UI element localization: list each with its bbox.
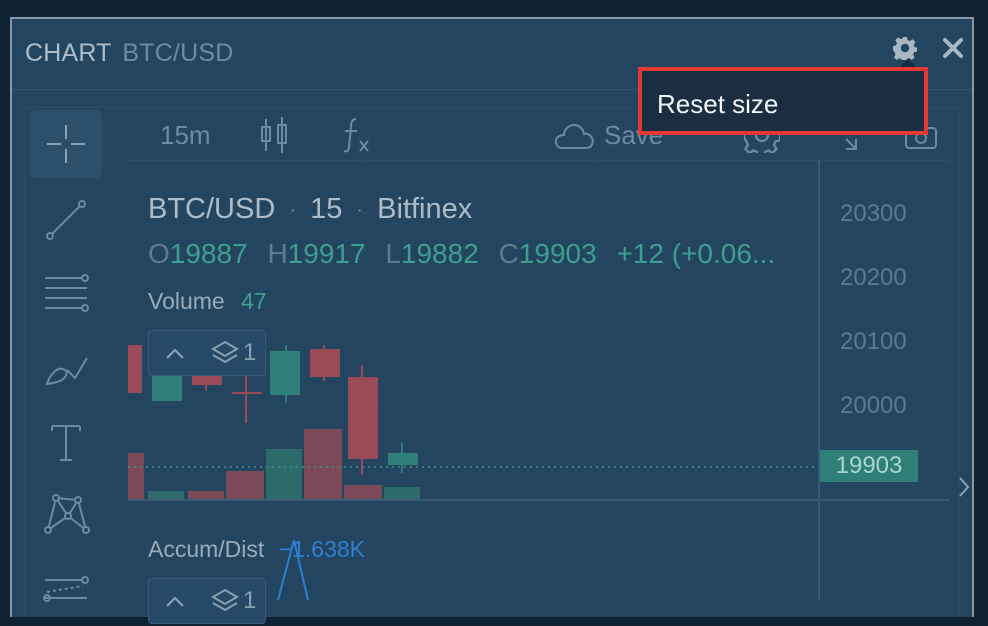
crosshair-icon bbox=[47, 125, 85, 163]
pattern-tool[interactable] bbox=[30, 480, 102, 548]
chevron-up-icon bbox=[166, 348, 184, 359]
volume-name: Volume bbox=[148, 288, 225, 314]
volume-bar bbox=[128, 453, 144, 499]
text-tool[interactable] bbox=[30, 408, 102, 476]
open-key: O bbox=[148, 238, 170, 269]
close-key: C bbox=[498, 238, 519, 269]
open-value: 19887 bbox=[169, 238, 248, 269]
candle bbox=[128, 345, 142, 393]
close-icon[interactable] bbox=[938, 33, 968, 63]
settings-dropdown: Reset size bbox=[638, 67, 928, 135]
interval-selector[interactable]: 15m bbox=[160, 110, 211, 160]
layers-icon bbox=[211, 588, 239, 612]
candle bbox=[388, 453, 418, 465]
change-value: +12 (+0.06... bbox=[616, 238, 776, 269]
reset-size-menu-item[interactable]: Reset size bbox=[657, 89, 778, 120]
volume-bar bbox=[304, 429, 342, 499]
accum-value: −1.638K bbox=[278, 536, 366, 562]
volume-legend: Volume 47 bbox=[148, 288, 267, 315]
chevron-right-icon bbox=[959, 477, 970, 497]
legend-symbol: BTC/USD bbox=[148, 193, 276, 225]
panel-title-main: CHART bbox=[25, 39, 112, 67]
volume-bar bbox=[384, 487, 420, 499]
layers-count: 1 bbox=[243, 587, 257, 614]
pattern-icon bbox=[44, 494, 90, 534]
panel-title: CHART BTC/USD bbox=[25, 39, 234, 68]
panel-title-symbol: BTC/USD bbox=[122, 39, 234, 67]
legend-separator: · bbox=[289, 198, 297, 221]
candle bbox=[270, 351, 300, 395]
price-tick: 20200 bbox=[840, 264, 907, 291]
indicators-button[interactable] bbox=[342, 110, 372, 160]
candle bbox=[310, 349, 340, 377]
brush-tool[interactable] bbox=[30, 336, 102, 404]
layers-icon bbox=[211, 340, 239, 364]
accum-dist-legend: Accum/Dist −1.638K bbox=[148, 536, 365, 563]
accum-name: Accum/Dist bbox=[148, 536, 265, 562]
trend-line-icon bbox=[46, 200, 86, 240]
dropdown-caret bbox=[900, 58, 916, 67]
chart-type-button[interactable] bbox=[258, 110, 292, 160]
legend-interval: 15 bbox=[310, 193, 343, 225]
brush-icon bbox=[45, 357, 88, 386]
scroll-right-button[interactable] bbox=[952, 474, 976, 500]
volume-study-controls: 1 bbox=[148, 330, 266, 376]
price-tick: 20100 bbox=[840, 328, 907, 355]
candle bbox=[348, 377, 378, 459]
volume-value: 47 bbox=[241, 288, 267, 314]
price-axis[interactable]: 20300 20200 20100 20000 19903 bbox=[818, 160, 952, 600]
high-key: H bbox=[267, 238, 288, 269]
collapse-button[interactable] bbox=[165, 594, 185, 608]
candle bbox=[152, 375, 182, 401]
accum-study-controls: 1 bbox=[148, 578, 266, 624]
fib-lines-tool[interactable] bbox=[30, 258, 102, 326]
legend-exchange: Bitfinex bbox=[377, 193, 473, 225]
current-price-badge: 19903 bbox=[820, 450, 918, 482]
price-tick: 20300 bbox=[840, 200, 907, 227]
low-value: 19882 bbox=[400, 238, 479, 269]
chart-legend-title: BTC/USD · 15 · Bitfinex bbox=[148, 193, 472, 226]
cloud-icon bbox=[554, 124, 594, 149]
low-key: L bbox=[385, 238, 401, 269]
layers-button[interactable]: 1 bbox=[211, 587, 256, 615]
high-value: 19917 bbox=[287, 238, 366, 269]
price-tick: 20000 bbox=[840, 392, 907, 419]
trend-line-tool[interactable] bbox=[30, 186, 102, 254]
measure-tool[interactable] bbox=[30, 558, 102, 626]
fib-lines-icon bbox=[45, 274, 89, 312]
candlestick-icon bbox=[261, 117, 287, 153]
collapse-button[interactable] bbox=[165, 346, 185, 360]
legend-separator: · bbox=[356, 198, 364, 221]
crosshair-tool[interactable] bbox=[30, 110, 102, 178]
volume-bar bbox=[266, 449, 302, 499]
ohlc-values: O19887 H19917 L19882 C19903 +12 (+0.06..… bbox=[148, 238, 775, 270]
volume-bar bbox=[344, 485, 382, 499]
layers-button[interactable]: 1 bbox=[211, 339, 256, 367]
chevron-up-icon bbox=[166, 596, 184, 607]
layers-count: 1 bbox=[243, 339, 257, 366]
text-icon bbox=[51, 425, 81, 461]
measure-icon bbox=[43, 576, 89, 602]
volume-bar bbox=[148, 491, 184, 499]
function-icon bbox=[343, 118, 369, 153]
volume-bar bbox=[226, 471, 264, 499]
volume-bar bbox=[188, 491, 224, 499]
close-value: 19903 bbox=[518, 238, 597, 269]
